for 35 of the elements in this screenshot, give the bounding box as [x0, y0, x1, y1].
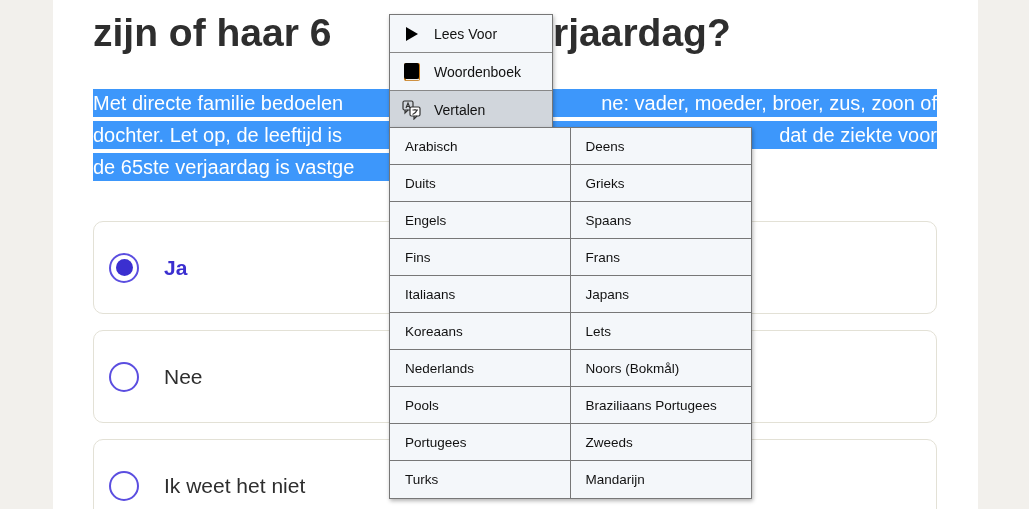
description-text: ne: vader, moeder, broer, zus, zoon of [601, 91, 937, 115]
language-item[interactable]: Turks [390, 461, 571, 498]
language-item[interactable]: Italiaans [390, 276, 571, 313]
option-label: Nee [164, 364, 203, 389]
menu-item[interactable]: Lees Voor [390, 15, 552, 53]
language-item[interactable]: Japans [570, 276, 751, 313]
language-item[interactable]: Noors (Bokmål) [570, 350, 751, 387]
radio-button[interactable] [109, 252, 139, 283]
language-item[interactable]: Nederlands [390, 350, 571, 387]
language-item[interactable]: Engels [390, 202, 571, 239]
language-item[interactable]: Pools [390, 387, 571, 424]
description-text: dat de ziekte voor [779, 123, 937, 147]
language-item[interactable]: Spaans [570, 202, 751, 239]
language-item[interactable]: Zweeds [570, 424, 751, 461]
language-item[interactable]: Lets [570, 313, 751, 350]
book-icon [402, 61, 422, 82]
language-item[interactable]: Fins [390, 239, 571, 276]
description-text: de 65ste verjaardag is vastge [93, 155, 355, 179]
language-item[interactable]: Braziliaans Portugees [570, 387, 751, 424]
option-label: Ik weet het niet [164, 473, 306, 498]
radio-button[interactable] [109, 361, 139, 392]
language-item[interactable]: Deens [570, 128, 751, 165]
description-text: dochter. Let op, de leeftijd is [93, 123, 343, 147]
question-heading: rjaardag? [553, 11, 732, 55]
option-label: Ja [164, 255, 188, 280]
language-item[interactable]: Portugees [390, 424, 571, 461]
radio-button[interactable] [109, 470, 139, 501]
language-item[interactable]: Duits [390, 165, 571, 202]
language-item[interactable]: Mandarijn [570, 461, 751, 498]
question-heading: zijn of haar 6 [93, 11, 333, 55]
language-item[interactable]: Koreaans [390, 313, 571, 350]
language-item[interactable]: Frans [570, 239, 751, 276]
language-item[interactable]: Grieks [570, 165, 751, 202]
language-item[interactable]: Arabisch [390, 128, 571, 165]
description-text: Met directe familie bedoelen [93, 91, 344, 115]
